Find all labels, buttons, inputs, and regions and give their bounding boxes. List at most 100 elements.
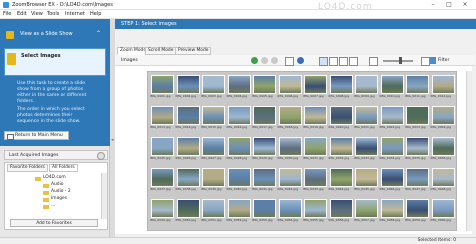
image-thumbnail[interactable] [406, 199, 429, 218]
vertical-scrollbar[interactable] [466, 71, 472, 231]
filter-icon[interactable] [430, 57, 436, 64]
image-thumbnail[interactable] [176, 75, 200, 94]
image-thumbnail[interactable] [355, 137, 378, 156]
rotate-icon[interactable] [349, 57, 358, 66]
image-thumbnail[interactable] [304, 199, 327, 218]
image-thumbnail[interactable] [380, 199, 404, 218]
image-thumbnail[interactable] [329, 75, 353, 94]
image-thumbnail[interactable] [431, 168, 455, 187]
zoom-out-icon[interactable] [339, 57, 348, 66]
image-thumbnail[interactable] [380, 106, 404, 125]
filter-button[interactable]: Filter [438, 57, 449, 64]
last-acquired-images[interactable]: Last Acquired Images [4, 150, 108, 160]
menu-internet[interactable]: Internet [65, 11, 85, 18]
image-thumbnail[interactable] [278, 168, 302, 187]
image-thumbnail[interactable] [355, 168, 378, 187]
image-thumbnail[interactable] [176, 137, 200, 156]
image-thumbnail[interactable] [380, 75, 404, 94]
image-thumbnail[interactable] [329, 199, 353, 218]
image-thumbnail[interactable] [431, 199, 455, 218]
image-thumbnail[interactable] [227, 137, 251, 156]
image-thumbnail[interactable] [202, 137, 225, 156]
add-to-favorites-button[interactable]: Add to Favorites [10, 219, 98, 227]
minimize-button[interactable]: – [426, 1, 440, 9]
image-thumbnail[interactable] [329, 106, 353, 125]
image-thumbnail[interactable] [431, 106, 455, 125]
image-thumbnail[interactable] [176, 106, 200, 125]
tree-item[interactable]: Audio - 2 [51, 189, 71, 195]
menu-tools[interactable]: Tools [47, 11, 59, 18]
image-thumbnail[interactable] [227, 199, 251, 218]
tree-item[interactable]: Audio [51, 182, 63, 188]
close-button[interactable]: × [458, 1, 472, 9]
return-main-menu-button[interactable]: Return to Main Menu [4, 131, 69, 140]
image-thumbnail[interactable] [253, 75, 276, 94]
stop-icon[interactable] [261, 57, 268, 64]
image-thumbnail[interactable] [406, 75, 429, 94]
image-thumbnail[interactable] [355, 106, 378, 125]
select-tool-icon[interactable] [319, 57, 328, 66]
tab-all-folders[interactable]: All Folders [49, 164, 78, 172]
tab-preview-mode[interactable]: Preview Mode [175, 47, 212, 55]
image-thumbnail[interactable] [431, 75, 455, 94]
image-thumbnail[interactable] [151, 137, 174, 156]
image-thumbnail[interactable] [176, 168, 200, 187]
image-thumbnail[interactable] [202, 199, 225, 218]
pause-icon[interactable] [271, 57, 278, 64]
tree-item[interactable]: LO4D.com [43, 175, 66, 181]
zoom-in-icon[interactable] [329, 57, 338, 66]
display-icon[interactable] [421, 57, 430, 66]
image-thumbnail[interactable] [278, 75, 302, 94]
tree-item[interactable]: Images [51, 196, 67, 202]
image-thumbnail[interactable] [329, 168, 353, 187]
image-thumbnail[interactable] [329, 137, 353, 156]
tree-item[interactable]: ... [51, 203, 55, 209]
image-thumbnail[interactable] [406, 106, 429, 125]
image-thumbnail[interactable] [304, 106, 327, 125]
expand-icon[interactable] [97, 152, 105, 160]
menu-help[interactable]: Help [90, 11, 101, 18]
tree-scrollbar[interactable] [101, 173, 107, 219]
image-thumbnail[interactable] [227, 75, 251, 94]
tab-scroll-mode[interactable]: Scroll Mode [145, 47, 177, 55]
image-thumbnail[interactable] [176, 199, 200, 218]
tab-favorite-folders[interactable]: Favorite Folders [7, 164, 48, 172]
image-thumbnail[interactable] [202, 106, 225, 125]
image-thumbnail[interactable] [202, 168, 225, 187]
image-thumbnail[interactable] [304, 137, 327, 156]
image-thumbnail[interactable] [355, 199, 378, 218]
image-thumbnail[interactable] [151, 168, 174, 187]
collapse-arrow-icon[interactable]: ◂ [111, 137, 114, 143]
image-thumbnail[interactable] [380, 137, 404, 156]
play-icon[interactable] [251, 57, 258, 64]
view-icon[interactable] [285, 57, 294, 66]
image-thumbnail[interactable] [406, 137, 429, 156]
image-thumbnail[interactable] [304, 75, 327, 94]
view-slideshow-label[interactable]: View as a Slide Show [20, 31, 73, 37]
menu-file[interactable]: File [3, 11, 11, 18]
chevron-up-icon[interactable]: ⌃ [96, 30, 101, 37]
menu-view[interactable]: View [31, 11, 43, 18]
zoom-slider-thumb[interactable] [399, 57, 402, 64]
image-thumbnail[interactable] [151, 75, 174, 94]
image-thumbnail[interactable] [253, 137, 276, 156]
maximize-button[interactable]: □ [442, 1, 456, 9]
image-thumbnail[interactable] [227, 168, 251, 187]
image-thumbnail[interactable] [227, 106, 251, 125]
image-thumbnail[interactable] [202, 75, 225, 94]
zoom-slider-track[interactable] [383, 60, 413, 62]
info-icon[interactable] [297, 57, 304, 64]
image-thumbnail[interactable] [253, 199, 276, 218]
select-images-task[interactable]: Select Images [4, 48, 106, 76]
image-thumbnail[interactable] [380, 168, 404, 187]
image-thumbnail[interactable] [304, 168, 327, 187]
image-thumbnail[interactable] [355, 75, 378, 94]
image-thumbnail[interactable] [253, 168, 276, 187]
image-thumbnail[interactable] [253, 106, 276, 125]
image-thumbnail[interactable] [151, 199, 174, 218]
image-thumbnail[interactable] [431, 137, 455, 156]
image-thumbnail[interactable] [406, 168, 429, 187]
image-thumbnail[interactable] [278, 199, 302, 218]
crop-icon[interactable] [369, 57, 378, 66]
image-thumbnail[interactable] [151, 106, 174, 125]
